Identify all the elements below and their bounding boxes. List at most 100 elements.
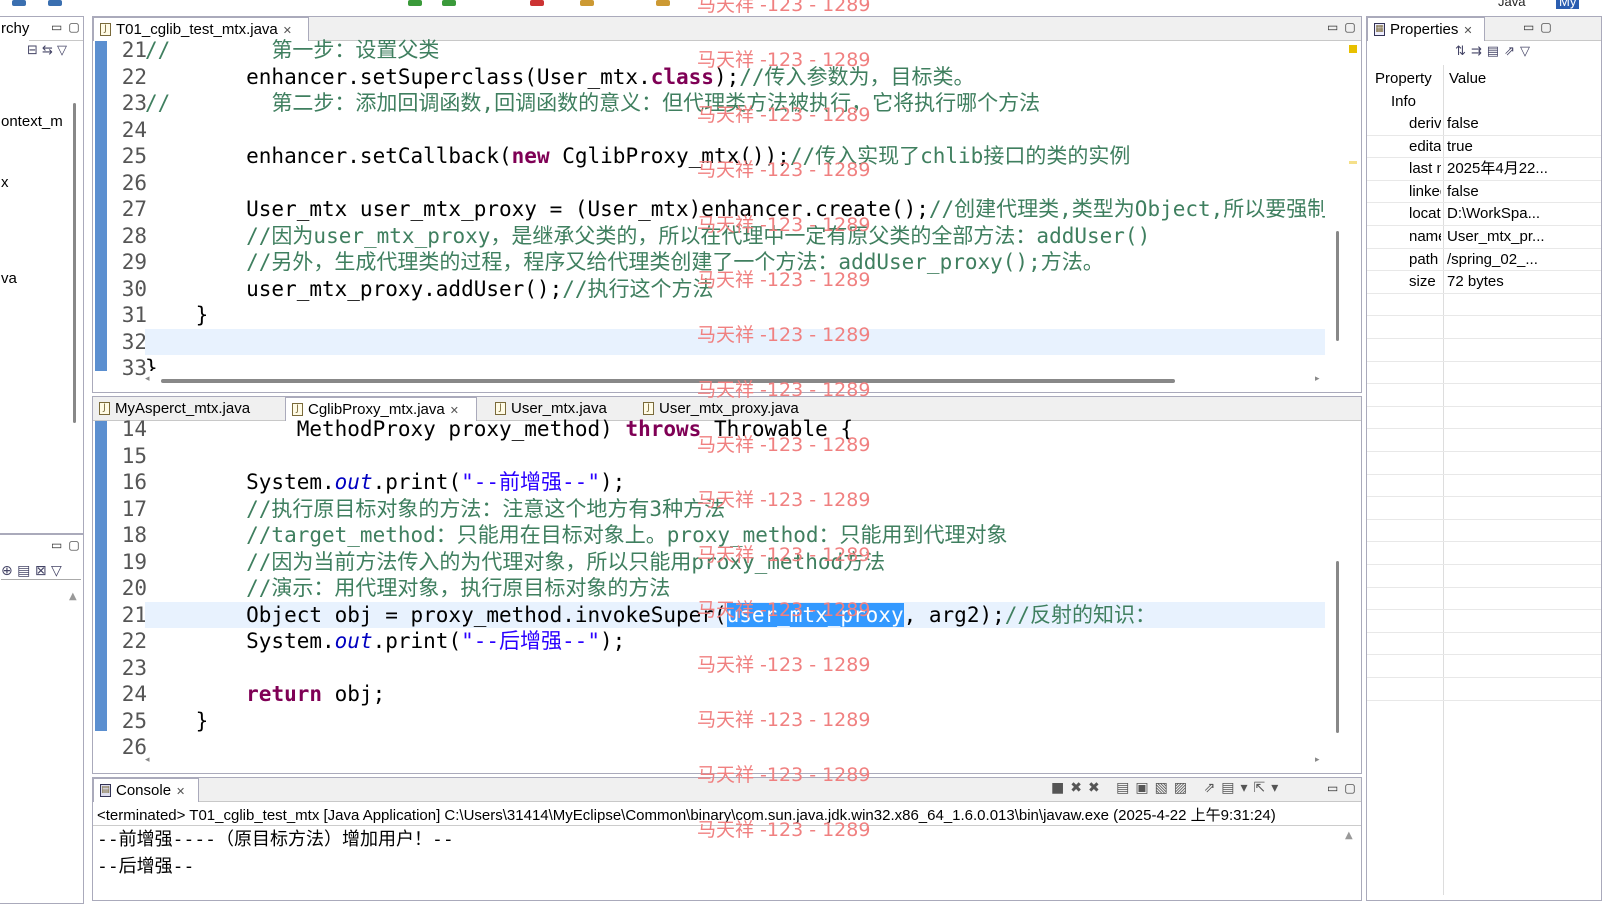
minimize-maximize-icon[interactable]: ▭▢	[1523, 20, 1558, 34]
close-icon[interactable]: ✕	[1463, 25, 1472, 37]
column-value[interactable]: Value	[1449, 67, 1486, 91]
code-line[interactable]: // 第二步：添加回调函数,回调函数的意义：但代理类方法被执行，它将执行哪个方法	[145, 90, 1325, 117]
code-line[interactable]: }	[145, 302, 1325, 329]
console-icon: ▤	[100, 784, 111, 797]
console-status: <terminated> T01_cglib_test_mtx [Java Ap…	[97, 807, 1276, 824]
property-row[interactable]: linked false	[1367, 181, 1601, 204]
code-line[interactable]: //target_method：只能用在目标对象上。proxy_method：只…	[145, 522, 1325, 549]
scroll-left-icon[interactable]: ◂	[145, 374, 150, 384]
toolbar-icon[interactable]	[656, 0, 670, 6]
property-row[interactable]: location D:\WorkSpa...	[1367, 203, 1601, 226]
property-row[interactable]: editable true	[1367, 136, 1601, 159]
code-line[interactable]: return obj;	[145, 681, 1325, 708]
code-line[interactable]: //演示：用代理对象，执行原目标对象的方法	[145, 575, 1325, 602]
scroll-up-icon[interactable]: ▲	[1345, 830, 1353, 841]
property-row[interactable]: derived false	[1367, 113, 1601, 136]
code-line[interactable]	[145, 443, 1325, 470]
tab-label: MyAsperct_mtx.java	[115, 400, 251, 417]
toolbar-icon[interactable]	[580, 0, 594, 6]
console-output-line: --前增强----（原目标方法）增加用户！--	[97, 829, 454, 850]
code-line[interactable]: enhancer.setCallback(new CglibProxy_mtx(…	[145, 143, 1325, 170]
perspective-my[interactable]: My	[1556, 0, 1580, 9]
minimize-maximize-icon[interactable]: ▭▢	[1327, 781, 1362, 795]
tab-label: T01_cglib_test_mtx.java	[116, 21, 278, 38]
property-row[interactable]: size 72 bytes	[1367, 271, 1601, 294]
tab-properties[interactable]: ▦ Properties ✕	[1367, 17, 1485, 41]
empty-row	[1367, 452, 1601, 475]
property-row[interactable]: name User_mtx_pr...	[1367, 226, 1601, 249]
code-line[interactable]: }	[145, 708, 1325, 735]
hierarchy-tab[interactable]: rchy	[0, 17, 30, 41]
scroll-right-icon[interactable]: ▸	[1315, 755, 1320, 765]
code-area[interactable]: MethodProxy proxy_method) throws Throwab…	[145, 416, 1325, 756]
code-area[interactable]: // 第一步：设置父类 enhancer.setSuperclass(User_…	[145, 37, 1325, 371]
code-line[interactable]: enhancer.setSuperclass(User_mtx.class);/…	[145, 64, 1325, 91]
toolbar-icon[interactable]	[12, 0, 26, 6]
vertical-scrollbar[interactable]	[73, 103, 76, 423]
vertical-scrollbar[interactable]	[1336, 231, 1339, 341]
line-number: 24	[121, 682, 147, 706]
empty-row	[1367, 542, 1601, 565]
code-line[interactable]: //另外，生成代理类的过程，程序又给代理类创建了一个方法：addUser_pro…	[145, 249, 1325, 276]
empty-row	[1367, 588, 1601, 611]
toolbar-icon[interactable]	[48, 0, 62, 6]
code-line[interactable]: // 第一步：设置父类	[145, 37, 1325, 64]
line-number: 24	[121, 117, 147, 142]
empty-row	[1367, 384, 1601, 407]
debug-icon[interactable]	[442, 0, 456, 6]
empty-row	[1367, 633, 1601, 656]
tree-item[interactable]: x	[1, 174, 9, 191]
outline-panel: ▭▢ ⊕ ▤ ⊠ ▽ ▲	[0, 534, 84, 904]
minimize-maximize-icon[interactable]: ▭▢	[51, 538, 86, 552]
code-token: }	[145, 303, 209, 327]
tab-console[interactable]: ▤ Console ✕	[93, 778, 199, 802]
overview-marker[interactable]	[1349, 161, 1357, 164]
scroll-right-icon[interactable]: ▸	[1315, 374, 1320, 384]
code-line[interactable]: Object obj = proxy_method.invokeSuper(us…	[145, 601, 1325, 628]
minimize-maximize-icon[interactable]: ▭▢	[51, 20, 86, 34]
minimize-maximize-icon[interactable]: ▭▢	[1327, 20, 1362, 34]
console-toolbar[interactable]: ■✖✖ ▤▣▧▨ ⇗▤▾⇱▾	[1051, 780, 1284, 796]
property-row[interactable]: path/spring_02_...	[1367, 249, 1601, 272]
column-property[interactable]: Property	[1375, 67, 1432, 91]
empty-row	[1367, 497, 1601, 520]
stop-icon[interactable]	[530, 0, 544, 6]
code-line[interactable]: //执行原目标对象的方法：注意这个地方有3种方法	[145, 496, 1325, 523]
code-line[interactable]: System.out.print("--后增强--");	[145, 628, 1325, 655]
property-key: name	[1409, 228, 1441, 245]
properties-group[interactable]: Info	[1391, 91, 1416, 113]
vertical-scrollbar[interactable]	[1336, 561, 1339, 733]
code-line[interactable]: //因为user_mtx_proxy，是继承父类的，所以在代理中一定有原父类的全…	[145, 223, 1325, 250]
run-icon[interactable]	[408, 0, 422, 6]
code-line[interactable]	[145, 734, 1325, 756]
close-icon[interactable]: ✕	[283, 25, 292, 37]
code-line[interactable]: //因为当前方法传入的为代理对象，所以只能用proxy_method方法	[145, 549, 1325, 576]
scroll-up-icon[interactable]: ▲	[69, 591, 77, 602]
code-line[interactable]: User_mtx user_mtx_proxy = (User_mtx)enha…	[145, 196, 1325, 223]
code-line[interactable]: MethodProxy proxy_method) throws Throwab…	[145, 416, 1325, 443]
code-line[interactable]	[145, 117, 1325, 144]
code-token: );	[599, 629, 626, 653]
scroll-left-icon[interactable]: ◂	[145, 755, 150, 765]
close-icon[interactable]: ✕	[176, 786, 185, 798]
code-line[interactable]: }	[145, 355, 1325, 371]
code-line[interactable]	[145, 655, 1325, 682]
perspective-java[interactable]: Java	[1498, 0, 1525, 9]
divider	[1, 579, 81, 580]
properties-toolbar[interactable]: ⇅⇉▤⇗▽	[1455, 44, 1535, 59]
code-token: obj;	[322, 682, 386, 706]
code-line[interactable]: System.out.print("--前增强--");	[145, 469, 1325, 496]
code-keyword: throws	[625, 417, 702, 441]
property-row[interactable]: last modified 2025年4月22...	[1367, 158, 1601, 181]
tree-item[interactable]: ontext_m	[1, 113, 63, 130]
code-line[interactable]: user_mtx_proxy.addUser();//执行这个方法	[145, 276, 1325, 303]
code-line[interactable]	[145, 170, 1325, 197]
hierarchy-toolbar[interactable]: ⊟ ⇆ ▽	[27, 43, 67, 58]
warning-marker[interactable]	[1349, 45, 1357, 53]
tree-item[interactable]: va	[1, 270, 17, 287]
code-comment: //执行这个方法	[562, 276, 714, 301]
horizontal-scrollbar[interactable]	[161, 379, 1175, 383]
outline-toolbar[interactable]: ⊕ ▤ ⊠ ▽	[1, 563, 62, 579]
code-token: System.	[145, 629, 335, 653]
code-line[interactable]	[145, 328, 1325, 355]
